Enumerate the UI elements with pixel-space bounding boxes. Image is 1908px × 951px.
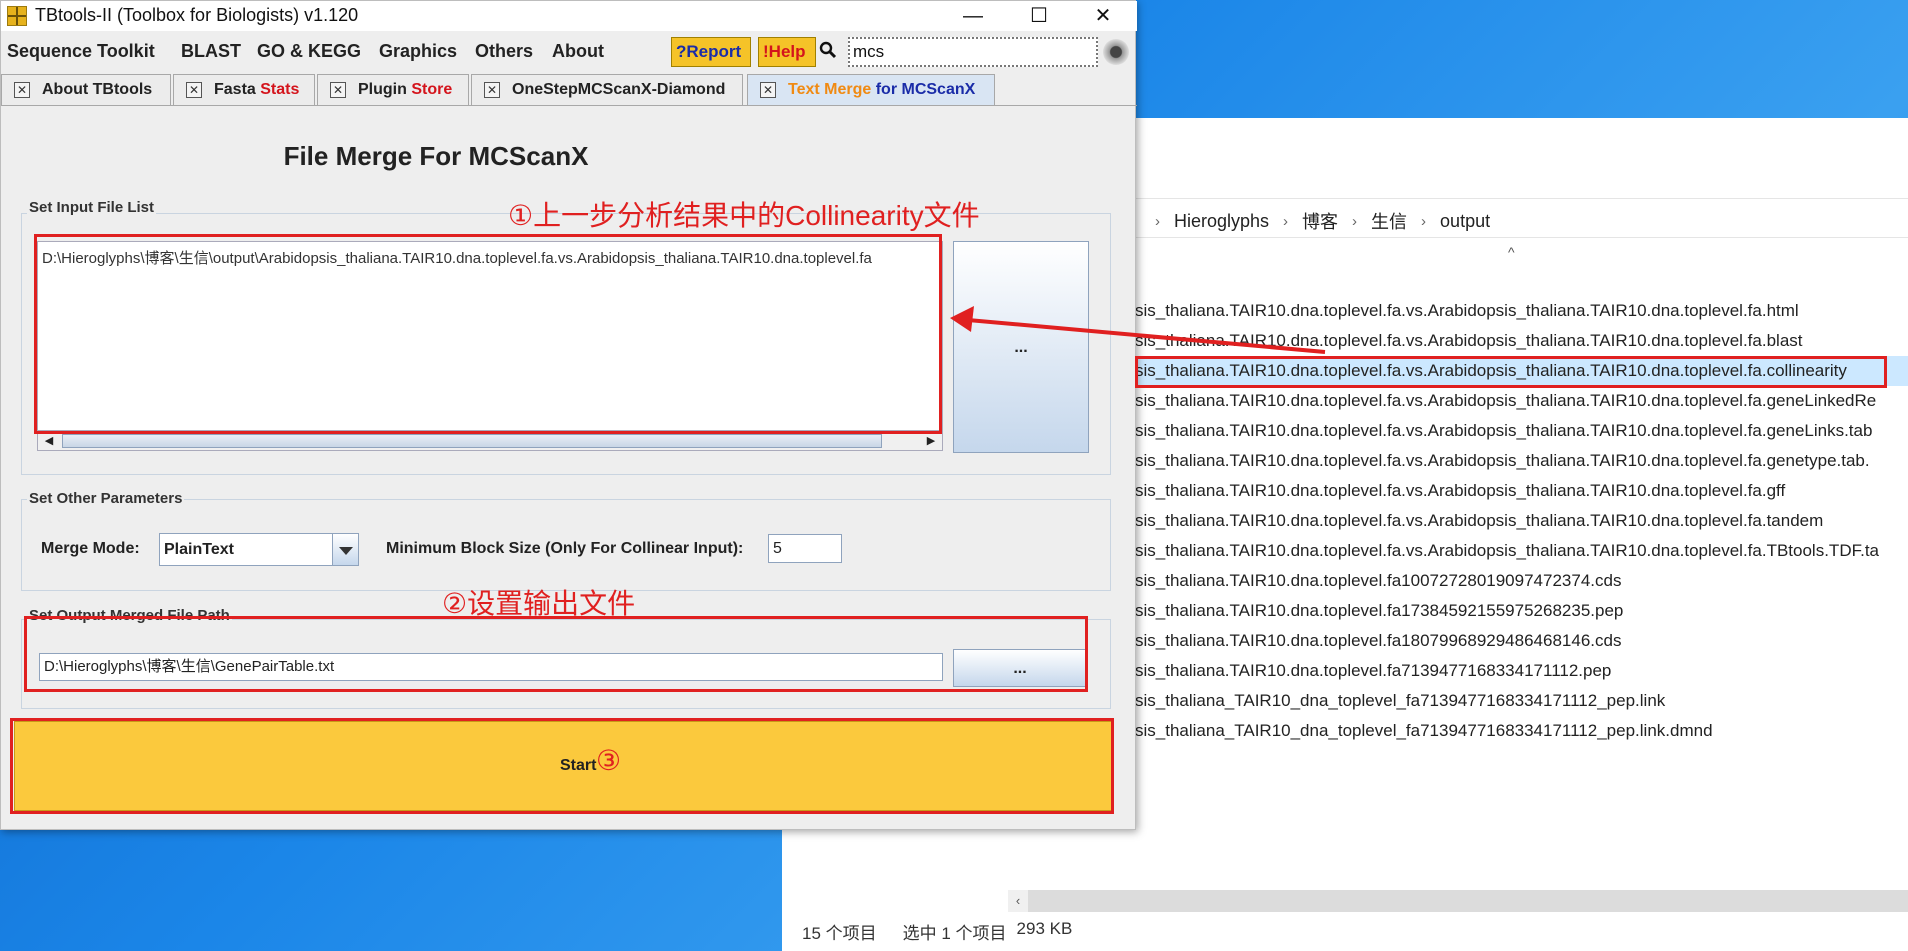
title-bar[interactable]: TBtools-II (Toolbox for Biologists) v1.1… [1, 1, 1137, 31]
annotation-box-collinearity-file [1135, 356, 1887, 388]
tab-bar: ✕ About TBtools ✕ Fasta Stats ✕ Plugin S… [1, 74, 1137, 106]
merge-mode-value: PlainText [164, 541, 234, 558]
breadcrumb-separator: › [1352, 212, 1358, 230]
breadcrumb: › Hieroglyphs › 博客 › 生信 › output [1155, 208, 1490, 234]
file-list-item[interactable]: sis_thaliana.TAIR10.dna.toplevel.fa17384… [1133, 596, 1908, 626]
breadcrumb-item-bioinfo[interactable]: 生信 [1371, 208, 1407, 234]
input-group-label: Set Input File List [27, 199, 157, 216]
sort-caret-icon[interactable]: ^ [1508, 244, 1515, 260]
tab-label: About TBtools [42, 81, 153, 98]
min-block-size-label: Minimum Block Size (Only For Collinear I… [386, 540, 744, 557]
breadcrumb-item-blog[interactable]: 博客 [1302, 208, 1338, 234]
tab-label-highlight: Text Merge [788, 81, 872, 98]
scroll-right-arrow-icon[interactable]: ▶ [922, 432, 940, 450]
minimize-button[interactable]: — [943, 1, 1003, 31]
tab-label-highlight: Store [411, 81, 453, 98]
params-group-label: Set Other Parameters [27, 490, 185, 507]
file-list-item[interactable]: sis_thaliana.TAIR10.dna.toplevel.fa.vs.A… [1133, 446, 1908, 476]
tab-close-icon[interactable]: ✕ [760, 82, 776, 98]
file-list-item[interactable]: sis_thaliana.TAIR10.dna.toplevel.fa.vs.A… [1133, 476, 1908, 506]
explorer-hscrollbar[interactable]: ‹ [1008, 890, 1908, 912]
menu-go-kegg[interactable]: GO & KEGG [257, 41, 361, 62]
file-list-item[interactable]: sis_thaliana_TAIR10_dna_toplevel_fa71394… [1133, 686, 1908, 716]
breadcrumb-item-output[interactable]: output [1440, 211, 1490, 232]
merge-mode-select[interactable]: PlainText [159, 533, 359, 566]
settings-icon[interactable] [1103, 39, 1129, 65]
scroll-left-arrow-icon[interactable]: ‹ [1008, 890, 1028, 912]
tab-label: Plugin [358, 81, 412, 98]
input-hscrollbar[interactable]: ◀ ▶ [37, 431, 943, 451]
search-icon [819, 41, 837, 64]
file-list-item[interactable]: sis_thaliana.TAIR10.dna.toplevel.fa.vs.A… [1133, 416, 1908, 446]
breadcrumb-separator: › [1421, 212, 1427, 230]
help-button[interactable]: !Help [758, 37, 816, 67]
breadcrumb-item-hieroglyphs[interactable]: Hieroglyphs [1174, 211, 1269, 232]
annotation-step2: ②设置输出文件 [442, 588, 636, 619]
tab-label: Fasta [214, 81, 261, 98]
tab-close-icon[interactable]: ✕ [14, 82, 30, 98]
tab-label-highlight: Stats [260, 81, 300, 98]
annotation-step1: ①上一步分析结果中的Collinearity文件 [508, 200, 980, 231]
close-button[interactable]: ✕ [1073, 1, 1133, 31]
menu-others[interactable]: Others [475, 41, 533, 62]
tab-label: OneStepMCScanX-Diamond [512, 81, 726, 98]
tab-close-icon[interactable]: ✕ [330, 82, 346, 98]
tab-text-merge-mcscanx[interactable]: ✕ Text Merge for MCScanX [747, 74, 995, 105]
file-list-item[interactable]: sis_thaliana.TAIR10.dna.toplevel.fa.vs.A… [1133, 506, 1908, 536]
file-list-item[interactable]: sis_thaliana.TAIR10.dna.toplevel.fa.vs.A… [1133, 386, 1908, 416]
menu-about[interactable]: About [552, 41, 604, 62]
scroll-thumb[interactable] [62, 434, 882, 448]
merge-mode-label: Merge Mode: [41, 540, 140, 557]
chevron-down-icon[interactable] [332, 534, 358, 565]
file-list-item[interactable]: sis_thaliana.TAIR10.dna.toplevel.fa71394… [1133, 656, 1908, 686]
file-list-item[interactable]: sis_thaliana.TAIR10.dna.toplevel.fa.vs.A… [1133, 296, 1908, 326]
tab-label: for MCScanX [871, 81, 976, 98]
status-selected-count: 选中 1 个项目 [902, 924, 1007, 943]
file-list-item[interactable]: sis_thaliana.TAIR10.dna.toplevel.fa18079… [1133, 626, 1908, 656]
menu-sequence-toolkit[interactable]: Sequence Toolkit [7, 41, 155, 62]
tab-fasta-stats[interactable]: ✕ Fasta Stats [173, 74, 315, 105]
search-input[interactable]: mcs [848, 37, 1098, 67]
page-title: File Merge For MCScanX [283, 141, 589, 171]
annotation-box-output [24, 616, 1088, 692]
scroll-left-arrow-icon[interactable]: ◀ [40, 432, 58, 450]
tab-onestep-mcscanx-diamond[interactable]: ✕ OneStepMCScanX-Diamond [471, 74, 743, 105]
browse-input-button[interactable]: ... [953, 241, 1089, 453]
breadcrumb-separator: › [1283, 212, 1289, 230]
report-button[interactable]: ?Report [671, 37, 751, 67]
app-logo-icon [7, 6, 27, 26]
file-list-item[interactable]: sis_thaliana.TAIR10.dna.toplevel.fa.vs.A… [1133, 326, 1908, 356]
file-list-item[interactable]: sis_thaliana_TAIR10_dna_toplevel_fa71394… [1133, 716, 1908, 746]
window-title: TBtools-II (Toolbox for Biologists) v1.1… [35, 5, 359, 25]
min-block-size-input[interactable]: 5 [768, 534, 842, 563]
tab-close-icon[interactable]: ✕ [484, 82, 500, 98]
file-list-item[interactable]: sis_thaliana.TAIR10.dna.toplevel.fa.vs.A… [1133, 536, 1908, 566]
annotation-box-start [10, 718, 1114, 814]
maximize-button[interactable]: ☐ [1009, 1, 1069, 31]
file-list-item[interactable]: sis_thaliana.TAIR10.dna.toplevel.fa10072… [1133, 566, 1908, 596]
annotation-box-input [34, 234, 942, 434]
status-item-count: 15 个项目 [802, 924, 877, 943]
status-size: 293 KB [1016, 919, 1073, 938]
annotation-step3: ③ [596, 745, 622, 776]
breadcrumb-separator: › [1155, 212, 1160, 230]
menu-graphics[interactable]: Graphics [379, 41, 457, 62]
menu-blast[interactable]: BLAST [181, 41, 241, 62]
explorer-status-bar: 15 个项目 选中 1 个项目 293 KB [802, 919, 1072, 944]
tab-close-icon[interactable]: ✕ [186, 82, 202, 98]
tab-plugin-store[interactable]: ✕ Plugin Store [317, 74, 469, 105]
tab-about-tbtools[interactable]: ✕ About TBtools [1, 74, 171, 105]
